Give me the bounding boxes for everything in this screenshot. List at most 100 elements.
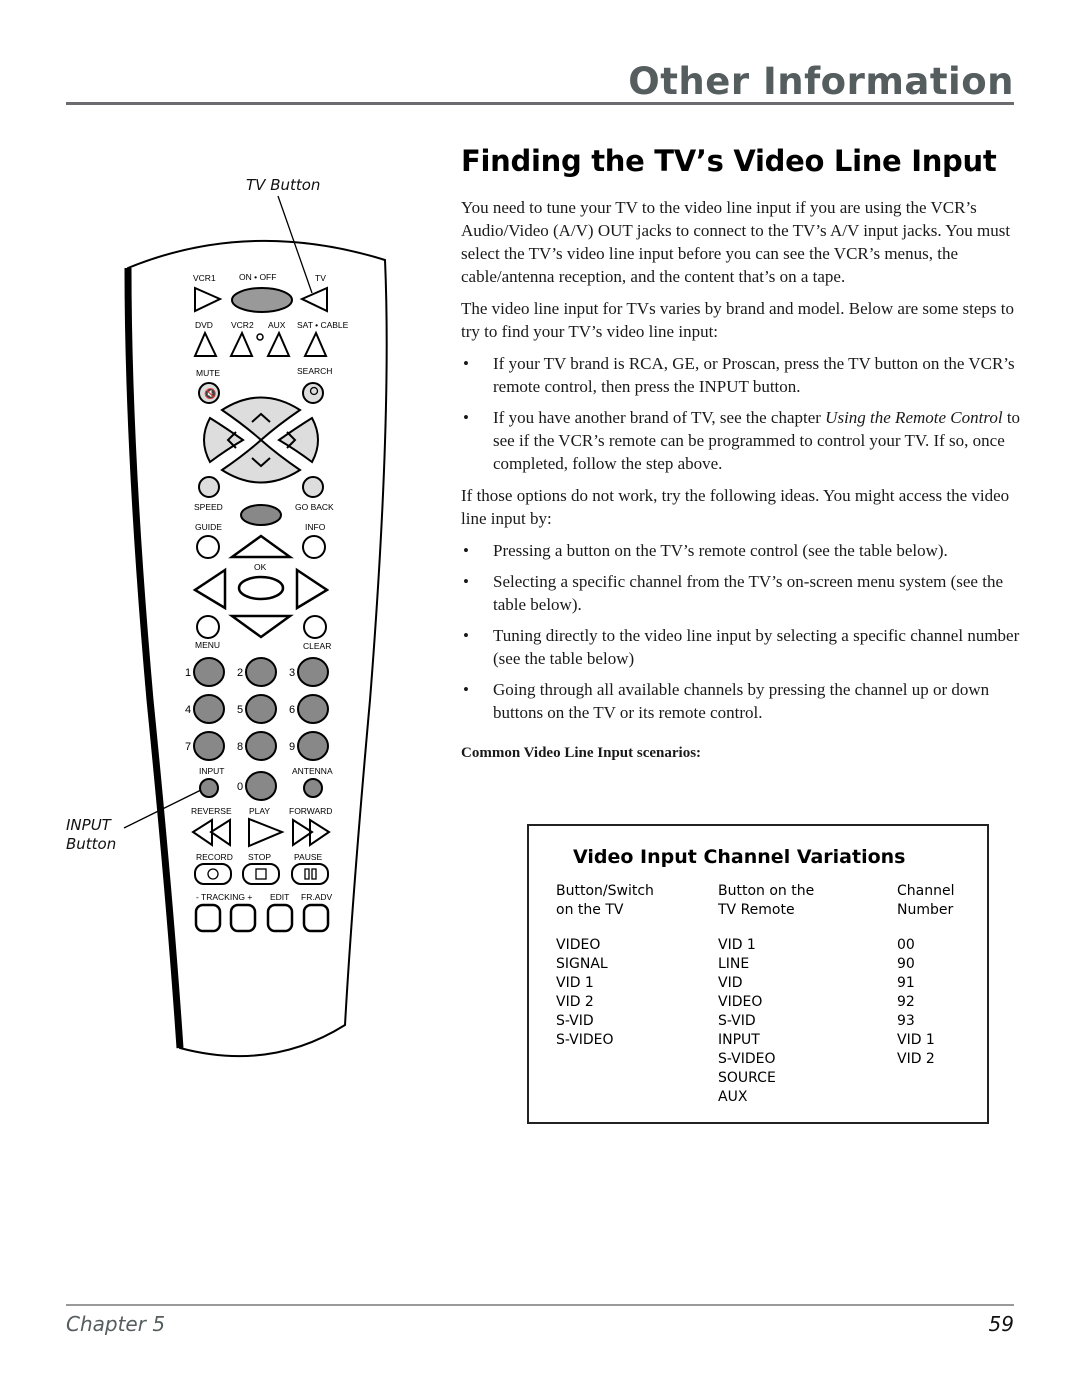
table-cell: S-VID [718, 1013, 756, 1029]
bullet-item: • Selecting a specific channel from the T… [463, 572, 1003, 614]
digit-button-5[interactable] [245, 694, 277, 724]
table-cell: S-VIDEO [556, 1032, 614, 1048]
digit-label: 8 [237, 741, 243, 753]
digit-button-3[interactable] [297, 657, 329, 687]
table-cell: 91 [897, 975, 915, 991]
digit-label: 0 [237, 781, 243, 793]
digit-button-2[interactable] [245, 657, 277, 687]
mute-icon: 🔇 [204, 387, 216, 400]
table-header-line: Button/Switch [556, 883, 654, 899]
remote-label-speed: SPEED [194, 502, 223, 512]
stop-button[interactable] [242, 863, 280, 885]
remote-label-search: SEARCH [297, 366, 332, 376]
remote-label-aux: AUX [268, 320, 286, 330]
table-cell: 93 [897, 1013, 915, 1029]
pause-button[interactable] [291, 863, 329, 885]
digit-label: 1 [185, 667, 191, 679]
remote-label-mute: MUTE [196, 368, 220, 378]
table-cell: S-VIDEO [718, 1051, 776, 1067]
table-title: Video Input Channel Variations [573, 846, 906, 868]
info-button[interactable] [302, 535, 326, 559]
table-cell: VID 1 [718, 937, 756, 953]
table-column-header: Button/Switch on the TV [556, 882, 654, 920]
digit-label: 9 [289, 741, 295, 753]
record-button[interactable] [194, 863, 232, 885]
tracking-minus-button[interactable] [194, 903, 222, 933]
digit-button-8[interactable] [245, 731, 277, 761]
remote-label-stop: STOP [248, 852, 271, 862]
table-cell: VID 2 [897, 1051, 935, 1067]
table-column-header: Channel Number [897, 882, 954, 920]
scenarios-heading: Common Video Line Input scenarios: [461, 745, 702, 761]
table-cell: 92 [897, 994, 915, 1010]
remote-label-clear: CLEAR [303, 641, 331, 651]
remote-label-record: RECORD [196, 852, 233, 862]
remote-label-info: INFO [305, 522, 326, 532]
remote-label-antenna: ANTENNA [292, 766, 333, 776]
digit-label: 3 [289, 667, 295, 679]
remote-label-guide: GUIDE [195, 522, 222, 532]
remote-label-menu: MENU [195, 640, 220, 650]
chapter-label: Chapter 5 [66, 1312, 166, 1336]
table-cell: VID [718, 975, 743, 991]
digit-button-7[interactable] [193, 731, 225, 761]
section-header-title: Other Information [628, 60, 1014, 103]
clear-button[interactable] [303, 615, 327, 639]
table-header-line: on the TV [556, 902, 624, 918]
remote-label-play: PLAY [249, 806, 270, 816]
speed-button[interactable] [198, 476, 220, 498]
digit-label: 6 [289, 704, 295, 716]
bullet-icon: • [463, 354, 469, 373]
table-cell: 00 [897, 937, 915, 953]
digit-button-4[interactable] [193, 694, 225, 724]
search-button[interactable] [302, 382, 324, 404]
go-back-button[interactable] [302, 476, 324, 498]
ok-button[interactable] [237, 575, 285, 601]
remote-control-illustration: VCR1 ON • OFF TV DVD VCR2 AUX SAT • CABLE MUTE S… [123, 195, 388, 1058]
tracking-plus-button[interactable] [229, 903, 257, 933]
chapter-reference: Using the Remote Control [825, 408, 1003, 427]
table-cell: S-VID [556, 1013, 594, 1029]
digit-button-6[interactable] [297, 694, 329, 724]
digit-label: 4 [185, 704, 191, 716]
table-cell: AUX [718, 1089, 748, 1105]
remote-label-tracking: - TRACKING + [196, 892, 252, 902]
table-cell: SIGNAL [556, 956, 608, 972]
bullet-icon: • [463, 541, 469, 560]
table-column-header: Button on the TV Remote [718, 882, 814, 920]
middle-paragraph: If those options do not work, try the fo… [461, 486, 1010, 528]
table-cell: VID 1 [556, 975, 594, 991]
table-cell: LINE [718, 956, 750, 972]
table-cell: VIDEO [556, 937, 601, 953]
digit-label: 7 [185, 741, 191, 753]
table-cell: VIDEO [718, 994, 763, 1010]
digit-label: 5 [237, 704, 243, 716]
guide-button[interactable] [196, 535, 220, 559]
digit-button-0[interactable] [245, 771, 277, 801]
remote-label-pause: PAUSE [294, 852, 323, 862]
bullet-icon: • [463, 408, 469, 427]
remote-body-outline [126, 239, 388, 1058]
menu-button[interactable] [196, 615, 220, 639]
remote-label-edit: EDIT [270, 892, 289, 902]
bullet-list-ideas: • Pressing a button on the TV’s remote co… [461, 539, 1031, 724]
digit-button-1[interactable] [193, 657, 225, 687]
bullet-item: • Going through all available channels by… [463, 680, 990, 722]
table-cell: 90 [897, 956, 915, 972]
digit-button-9[interactable] [297, 731, 329, 761]
table-header-line: Number [897, 902, 954, 918]
table-cell: SOURCE [718, 1070, 776, 1086]
page-number: 59 [988, 1312, 1014, 1336]
table-header-line: Channel [897, 883, 955, 899]
bullet-icon: • [463, 626, 469, 645]
table-cell: VID 1 [897, 1032, 935, 1048]
frame-advance-button[interactable] [302, 903, 330, 933]
page-title: Finding the TV’s Video Line Input [461, 144, 997, 178]
antenna-button[interactable] [303, 778, 323, 798]
light-button[interactable] [240, 504, 282, 526]
intro-paragraph: You need to tune your TV to the video li… [461, 198, 1011, 286]
edit-button[interactable] [266, 903, 294, 933]
power-button[interactable] [231, 287, 293, 313]
bullet-item: • If you have another brand of TV, see th… [463, 408, 1021, 473]
input-button[interactable] [199, 778, 219, 798]
